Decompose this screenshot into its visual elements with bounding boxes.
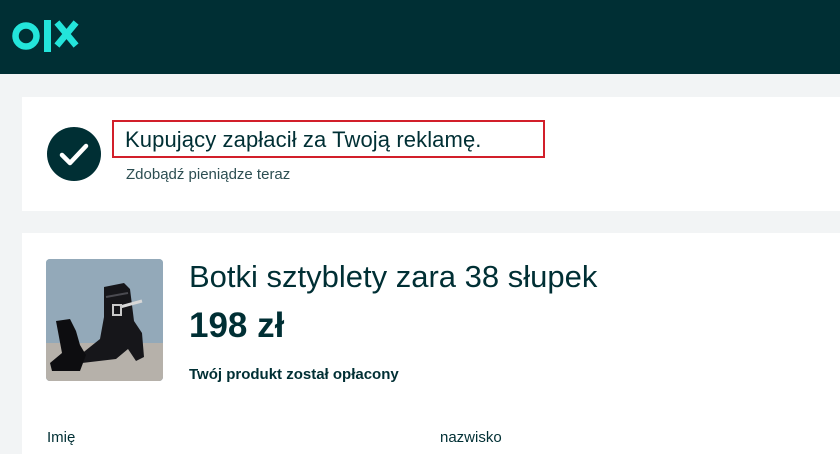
product-price: 198 zł (189, 306, 285, 345)
check-icon (47, 127, 101, 181)
product-title[interactable]: Botki sztyblety zara 38 słupek (189, 259, 597, 295)
notice-title: Kupujący zapłacił za Twoją reklamę. (125, 127, 482, 152)
top-bar (0, 0, 840, 74)
first-name-label: Imię (47, 429, 76, 446)
olx-logo[interactable] (12, 16, 92, 60)
product-image[interactable] (46, 259, 163, 381)
last-name-label: nazwisko (440, 429, 502, 446)
payment-status: Twój produkt został opłacony (189, 366, 399, 383)
notice-subtitle[interactable]: Zdobądź pieniądze teraz (126, 166, 290, 183)
